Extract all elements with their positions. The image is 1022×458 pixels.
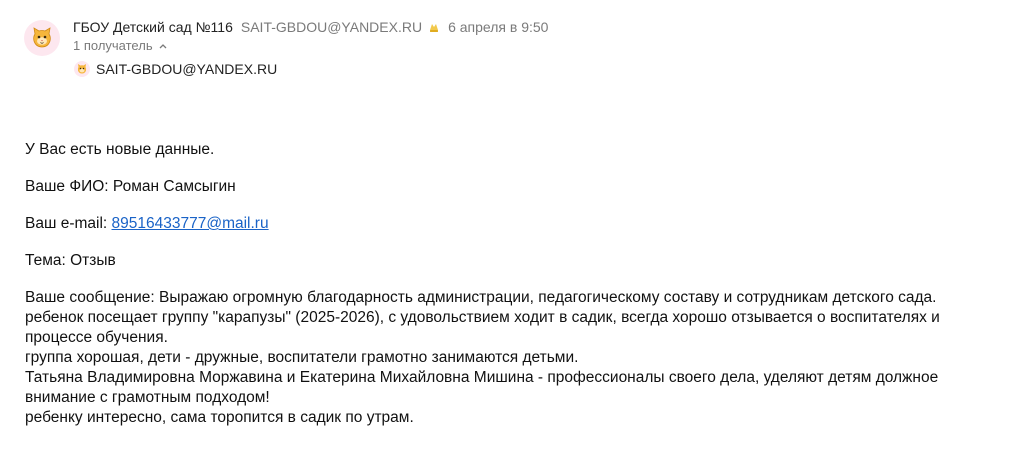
sender-name[interactable]: ГБОУ Детский сад №116 (73, 18, 233, 36)
recipients-toggle[interactable]: 1 получатель (73, 38, 167, 54)
message-line: группа хорошая, дети - дружные, воспитат… (25, 349, 579, 366)
recipients-count-label: 1 получатель (73, 38, 153, 53)
email-link[interactable]: 89516433777@mail.ru (112, 215, 269, 232)
message-line: ребенку интересно, сама торопится в сади… (25, 409, 414, 426)
chevron-up-icon (159, 44, 167, 49)
sender-email[interactable]: SAIT-GBDOU@YANDEX.RU (241, 18, 422, 36)
message-line: Татьяна Владимировна Моржавина и Екатери… (25, 369, 939, 406)
cat-avatar-icon (33, 27, 51, 48)
sender-line: ГБОУ Детский сад №116 SAIT-GBDOU@YANDEX.… (73, 18, 548, 36)
cat-avatar-icon (77, 64, 87, 74)
message-line: ребенок посещает группу "карапузы" (2025… (25, 309, 940, 346)
email-line: Ваш e-mail: 89516433777@mail.ru (25, 214, 1000, 234)
message-header: ГБОУ Детский сад №116 SAIT-GBDOU@YANDEX.… (24, 18, 1004, 78)
fio-text: Ваше ФИО: Роман Самсыгин (25, 178, 236, 195)
email-prefix: Ваш e-mail: (25, 215, 112, 232)
message-body: У Вас есть новые данные. Ваше ФИО: Роман… (25, 140, 1000, 428)
recipient-avatar (74, 61, 90, 77)
topic-text: Тема: Отзыв (25, 252, 116, 269)
message-line: Ваше сообщение: Выражаю огромную благода… (25, 289, 937, 306)
recipient-email: SAIT-GBDOU@YANDEX.RU (96, 61, 278, 77)
verified-sender-icon (430, 24, 439, 32)
intro-text: У Вас есть новые данные. (25, 141, 215, 158)
sender-avatar[interactable] (24, 20, 60, 56)
message-date: 6 апреля в 9:50 (448, 19, 549, 35)
recipient-item[interactable]: SAIT-GBDOU@YANDEX.RU (74, 60, 277, 78)
